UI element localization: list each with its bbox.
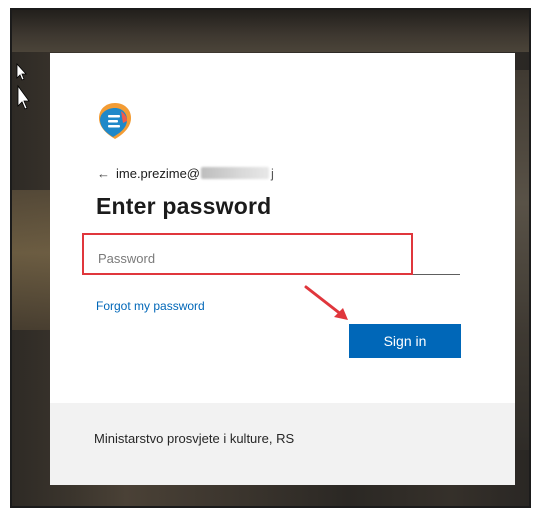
account-row[interactable]: ← ime.prezime@ j (97, 163, 274, 183)
screenshot-frame: ← ime.prezime@ j Enter password Forgot m… (10, 8, 531, 508)
red-pointer-arrow-icon (304, 285, 348, 320)
account-email: ime.prezime@ (116, 165, 200, 181)
email-tail: j (271, 165, 274, 181)
sign-in-card: ← ime.prezime@ j Enter password Forgot m… (50, 53, 515, 485)
page-title: Enter password (96, 193, 272, 219)
password-input[interactable] (96, 243, 460, 275)
background-top (12, 10, 529, 52)
email-redaction (201, 167, 269, 179)
sign-in-button[interactable]: Sign in (349, 324, 461, 358)
mouse-cursor-icon (16, 62, 30, 110)
footer-text: Ministarstvo prosvjete i kulture, RS (94, 431, 295, 446)
forgot-password-link[interactable]: Forgot my password (96, 299, 205, 313)
footer: Ministarstvo prosvjete i kulture, RS (50, 403, 515, 485)
back-arrow-icon[interactable]: ← (97, 166, 110, 181)
org-logo-icon (99, 103, 131, 139)
background-left-band (12, 190, 50, 330)
